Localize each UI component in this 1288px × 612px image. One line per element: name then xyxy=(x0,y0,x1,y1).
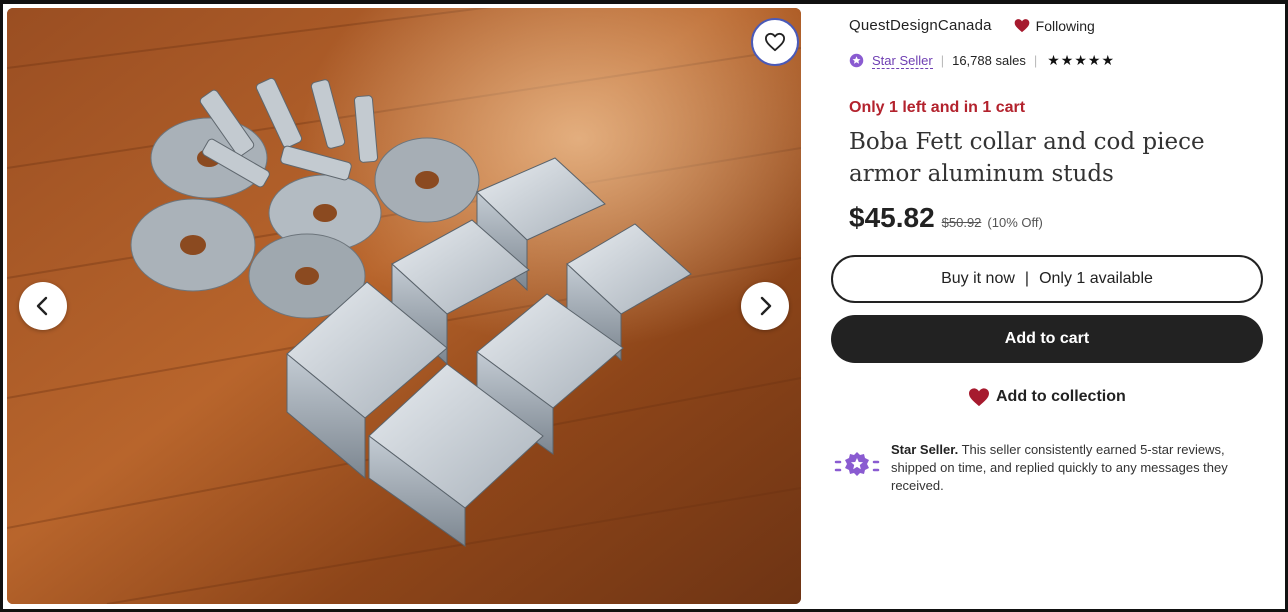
following-label: Following xyxy=(1035,17,1095,34)
stock-urgency-message: Only 1 left and in 1 cart xyxy=(849,99,1026,116)
divider: | xyxy=(1033,53,1038,68)
heart-outline-icon xyxy=(765,32,785,52)
sales-count: 16,788 sales xyxy=(952,53,1026,68)
shop-name-link[interactable]: QuestDesignCanada xyxy=(849,17,992,34)
favorite-button[interactable] xyxy=(751,18,799,66)
add-to-collection-label: Add to collection xyxy=(996,388,1126,405)
buy-it-now-button[interactable]: Buy it now | Only 1 available xyxy=(831,255,1263,303)
chevron-left-icon xyxy=(36,296,48,316)
next-image-button[interactable] xyxy=(741,282,789,330)
previous-image-button[interactable] xyxy=(19,282,67,330)
star-seller-badge-icon xyxy=(834,452,880,476)
star-icon: ★ xyxy=(1047,52,1060,68)
availability-label: Only 1 available xyxy=(1039,270,1153,287)
shop-row: QuestDesignCanada Following xyxy=(849,17,1095,34)
star-seller-link[interactable]: Star Seller xyxy=(872,53,933,69)
add-to-collection-button[interactable]: Add to collection xyxy=(968,387,1126,407)
add-to-cart-button[interactable]: Add to cart xyxy=(831,315,1263,363)
seller-row: Star Seller | 16,788 sales | ★ ★ ★ ★ ★ xyxy=(849,52,1115,69)
heart-filled-icon xyxy=(969,388,989,407)
divider: | xyxy=(940,53,945,68)
listing-title: Boba Fett collar and cod piece armor alu… xyxy=(849,129,1205,187)
star-icon: ★ xyxy=(1060,52,1074,68)
star-icon: ★ xyxy=(1087,52,1101,68)
buy-it-now-label: Buy it now xyxy=(941,270,1015,287)
star-seller-description: Star Seller. This seller consistently ea… xyxy=(891,441,1264,495)
star-icon: ★ xyxy=(1101,52,1115,68)
listing-image-gallery[interactable] xyxy=(7,8,801,604)
buy-now-separator: | xyxy=(1024,270,1030,287)
star-icon: ★ xyxy=(1074,52,1087,68)
heart-filled-icon xyxy=(1014,19,1029,33)
price-row: $45.82 $50.92 (10% Off) xyxy=(849,202,1043,234)
star-seller-heading: Star Seller. xyxy=(891,442,959,457)
following-button[interactable]: Following xyxy=(1014,18,1095,34)
original-price: $50.92 xyxy=(941,215,982,230)
discount-label: (10% Off) xyxy=(987,215,1043,230)
star-seller-info: Star Seller. This seller consistently ea… xyxy=(834,441,1264,495)
current-price: $45.82 xyxy=(849,202,935,233)
rating-stars[interactable]: ★ ★ ★ ★ ★ xyxy=(1047,52,1115,69)
chevron-right-icon xyxy=(760,296,772,316)
star-seller-badge-icon xyxy=(849,53,864,68)
product-photo xyxy=(7,8,801,604)
